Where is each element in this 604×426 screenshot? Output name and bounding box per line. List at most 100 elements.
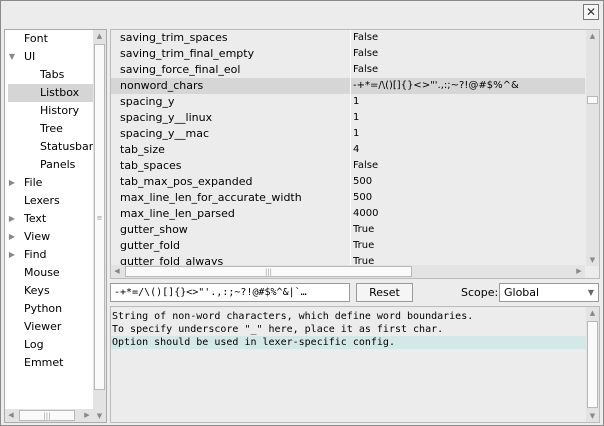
- scroll-down-icon[interactable]: ▼: [586, 254, 599, 266]
- options-horizontal-scrollbar[interactable]: ◀ ||| ▶: [111, 265, 585, 278]
- tree-item-label: Emmet: [24, 356, 64, 369]
- tree-item-label: Log: [24, 338, 44, 351]
- chevron-right-icon[interactable]: ▶: [7, 228, 17, 246]
- category-tree-list: Font ▼ UI Tabs Listbox History Tree Statusbar Pa…: [5, 30, 93, 406]
- option-value: True: [353, 240, 375, 251]
- category-tree[interactable]: Font ▼ UI Tabs Listbox History Tree Statusbar Pa…: [4, 29, 107, 423]
- chevron-down-icon[interactable]: ▼: [7, 48, 17, 66]
- tree-vertical-scrollbar[interactable]: ▲ ≡ ▼: [93, 30, 106, 422]
- table-row[interactable]: spacing_y__linux 1: [111, 110, 585, 126]
- table-row[interactable]: max_line_len_for_accurate_width 500: [111, 190, 585, 206]
- tree-item-label: Keys: [24, 284, 50, 297]
- tree-item-viewer[interactable]: Viewer: [5, 318, 93, 336]
- table-row[interactable]: gutter_show True: [111, 222, 585, 238]
- option-name: spacing_y__linux: [120, 111, 213, 124]
- table-row[interactable]: max_line_len_parsed 4000: [111, 206, 585, 222]
- option-description: String of non-word characters, which def…: [110, 306, 600, 423]
- tree-item-label: Font: [24, 32, 48, 45]
- scroll-down-icon[interactable]: ▼: [586, 410, 599, 422]
- scroll-right-icon[interactable]: ▶: [573, 265, 585, 278]
- tree-item-file[interactable]: ▶ File: [5, 174, 93, 192]
- option-value: 4: [353, 144, 360, 155]
- tree-item-label: Viewer: [24, 320, 62, 333]
- tree-item-label: Lexers: [24, 194, 60, 207]
- tree-item-python[interactable]: Python: [5, 300, 93, 318]
- scope-value: Global: [504, 286, 540, 299]
- option-name: saving_trim_final_empty: [120, 47, 255, 60]
- table-row[interactable]: spacing_y__mac 1: [111, 126, 585, 142]
- tree-item-find[interactable]: ▶ Find: [5, 246, 93, 264]
- option-name: spacing_y: [120, 95, 175, 108]
- option-name: gutter_fold: [120, 239, 181, 252]
- table-row[interactable]: gutter_fold True: [111, 238, 585, 254]
- table-row[interactable]: tab_spaces False: [111, 158, 585, 174]
- chevron-right-icon[interactable]: ▶: [7, 174, 17, 192]
- reset-button[interactable]: Reset: [356, 283, 413, 302]
- table-row[interactable]: tab_size 4: [111, 142, 585, 158]
- tree-item-label: History: [40, 104, 80, 117]
- tree-item-listbox[interactable]: Listbox: [8, 84, 93, 102]
- table-row[interactable]: nonword_chars -+*=/\()[]{}<>"'.,:;~?!@#$%…: [111, 78, 585, 94]
- table-row[interactable]: spacing_y 1: [111, 94, 585, 110]
- tree-horizontal-scrollbar[interactable]: ◀ ||| ▶: [5, 409, 93, 422]
- scope-dropdown[interactable]: Global ▼: [499, 283, 599, 302]
- option-name: tab_size: [120, 143, 165, 156]
- option-value: 1: [353, 128, 360, 139]
- option-value: False: [353, 64, 379, 75]
- tree-item-tabs[interactable]: Tabs: [8, 66, 93, 84]
- description-line: To specify underscore "_" here, place it…: [112, 324, 444, 335]
- chevron-right-icon[interactable]: ▶: [7, 246, 17, 264]
- table-row[interactable]: tab_max_pos_expanded 500: [111, 174, 585, 190]
- scroll-left-icon[interactable]: ◀: [5, 409, 17, 422]
- chevron-right-icon[interactable]: ▶: [7, 210, 17, 228]
- tree-item-mouse[interactable]: Mouse: [5, 264, 93, 282]
- tree-item-emmet[interactable]: Emmet: [5, 354, 93, 372]
- scroll-thumb[interactable]: |||: [19, 410, 75, 421]
- tree-item-tree[interactable]: Tree: [8, 120, 93, 138]
- chevron-down-icon: ▼: [587, 288, 594, 297]
- close-button[interactable]: ✕: [583, 4, 599, 20]
- option-name: saving_trim_spaces: [120, 31, 228, 44]
- scroll-thumb[interactable]: |||: [125, 266, 412, 277]
- option-value: 500: [353, 192, 373, 203]
- tree-item-label: Text: [24, 212, 47, 225]
- option-name: tab_spaces: [120, 159, 182, 172]
- grip-icon: ≡: [96, 214, 103, 222]
- tree-item-label: File: [24, 176, 43, 189]
- options-table: gutter_fold_always True gutter_fold True gut…: [111, 30, 585, 266]
- tree-item-statusbar[interactable]: Statusbar: [8, 138, 93, 156]
- option-name: gutter_show: [120, 223, 188, 236]
- option-value-input[interactable]: -+*=/\()[]{}<>"'.,:;~?!@#$%^&|`…: [110, 283, 350, 302]
- scroll-thumb[interactable]: [587, 96, 598, 104]
- title-bar: ✕: [1, 1, 603, 23]
- scroll-up-icon[interactable]: ▲: [93, 30, 106, 42]
- tree-item-log[interactable]: Log: [5, 336, 93, 354]
- scroll-up-icon[interactable]: ▲: [586, 30, 599, 42]
- tree-item-text[interactable]: ▶ Text: [5, 210, 93, 228]
- tree-item-label: Mouse: [24, 266, 60, 279]
- tree-item-label: Listbox: [40, 86, 80, 99]
- scroll-right-icon[interactable]: ▶: [81, 409, 93, 422]
- tree-item-label: Find: [24, 248, 47, 261]
- scroll-left-icon[interactable]: ◀: [111, 265, 123, 278]
- scroll-thumb[interactable]: ≡: [94, 44, 105, 390]
- column-divider: [350, 30, 351, 266]
- tree-item-keys[interactable]: Keys: [5, 282, 93, 300]
- table-row[interactable]: saving_force_final_eol False: [111, 62, 585, 78]
- table-row[interactable]: saving_trim_spaces False: [111, 30, 585, 46]
- scroll-up-icon[interactable]: ▲: [586, 307, 599, 319]
- tree-item-history[interactable]: History: [8, 102, 93, 120]
- option-value: False: [353, 160, 379, 171]
- scroll-thumb[interactable]: [587, 321, 598, 408]
- tree-item-panels[interactable]: Panels: [8, 156, 93, 174]
- tree-item-ui[interactable]: ▼ UI: [5, 48, 93, 66]
- tree-item-font[interactable]: Font: [5, 30, 93, 48]
- tree-item-view[interactable]: ▶ View: [5, 228, 93, 246]
- tree-item-lexers[interactable]: Lexers: [5, 192, 93, 210]
- options-list[interactable]: gutter_fold_always True gutter_fold True gut…: [110, 29, 600, 279]
- table-row[interactable]: saving_trim_final_empty False: [111, 46, 585, 62]
- description-vertical-scrollbar[interactable]: ▲ ▼: [586, 307, 599, 422]
- option-value: -+*=/\()[]{}<>"'.,:;~?!@#$%^&: [353, 80, 519, 91]
- scroll-down-icon[interactable]: ▼: [93, 410, 106, 422]
- options-vertical-scrollbar[interactable]: ▲ ▼: [586, 30, 599, 266]
